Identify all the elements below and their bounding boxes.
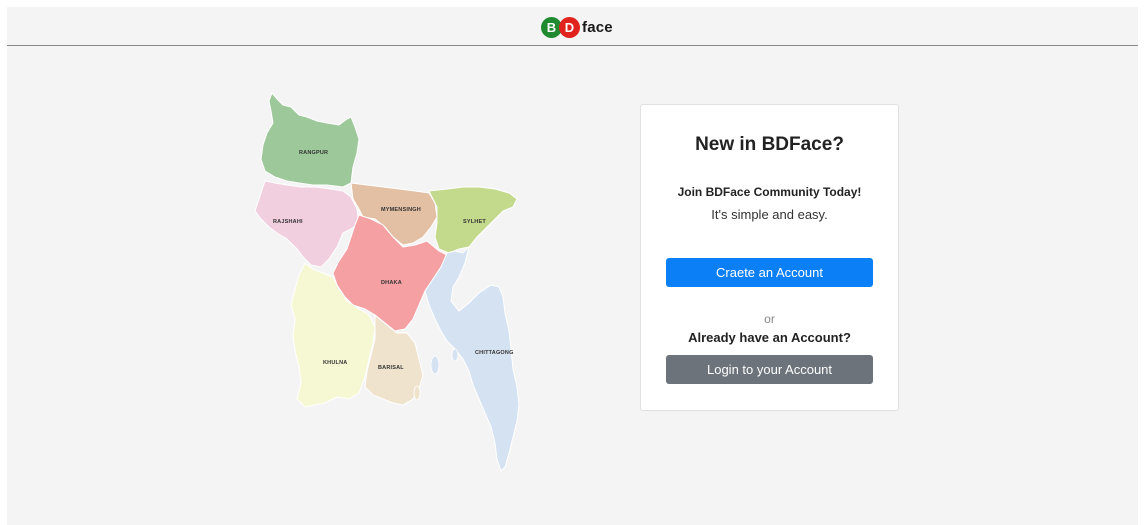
card-subtitle: Join BDFace Community Today! bbox=[677, 185, 862, 199]
card-title: New in BDFace? bbox=[695, 134, 844, 155]
card-tagline: It's simple and easy. bbox=[711, 207, 828, 222]
top-bar: B D face bbox=[7, 7, 1138, 46]
region-label-chittagong: CHITTAGONG bbox=[475, 350, 514, 356]
region-label-sylhet: SYLHET bbox=[463, 219, 486, 225]
island bbox=[413, 385, 421, 401]
region-chittagong bbox=[424, 245, 520, 472]
logo-text: face bbox=[582, 18, 613, 36]
region-label-rangpur: RANGPUR bbox=[299, 150, 328, 156]
or-separator: or bbox=[764, 312, 775, 326]
region-label-mymensingh: MYMENSINGH bbox=[381, 207, 421, 213]
island bbox=[430, 355, 440, 375]
region-rangpur bbox=[260, 92, 360, 188]
bangladesh-division-map: RANGPUR RAJSHAHI MYMENSINGH SYLHET DHAKA… bbox=[254, 92, 520, 472]
login-button[interactable]: Login to your Account bbox=[666, 355, 873, 384]
island bbox=[451, 348, 459, 362]
logo-d-badge: D bbox=[559, 16, 580, 38]
region-label-barisal: BARISAL bbox=[378, 365, 404, 371]
region-label-dhaka: DHAKA bbox=[381, 280, 402, 286]
already-have-account-text: Already have an Account? bbox=[688, 330, 851, 345]
signup-card: New in BDFace? Join BDFace Community Tod… bbox=[640, 104, 899, 411]
create-account-button[interactable]: Craete an Account bbox=[666, 258, 873, 287]
region-label-rajshahi: RAJSHAHI bbox=[273, 219, 303, 225]
page: B D face RANGPUR RAJSHAHI MYMENSINGH SYL… bbox=[7, 7, 1138, 525]
region-label-khulna: KHULNA bbox=[323, 360, 347, 366]
logo[interactable]: B D face bbox=[541, 15, 613, 39]
